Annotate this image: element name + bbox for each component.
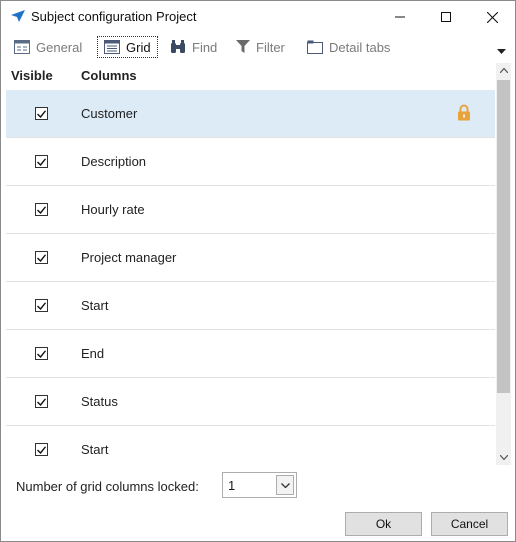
checkmark-icon xyxy=(37,157,46,166)
maximize-button[interactable] xyxy=(423,1,469,33)
chevron-up-icon xyxy=(499,68,508,73)
visible-checkbox[interactable] xyxy=(35,107,48,120)
ok-button[interactable]: Ok xyxy=(345,512,422,536)
cancel-button[interactable]: Cancel xyxy=(431,512,508,536)
locked-columns-value: 1 xyxy=(228,478,236,493)
visible-checkbox[interactable] xyxy=(35,395,48,408)
dropdown-button[interactable] xyxy=(276,475,294,495)
chevron-down-icon xyxy=(499,455,508,460)
tab-general-label: General xyxy=(36,39,83,55)
tab-grid-label: Grid xyxy=(126,39,151,55)
checkmark-icon xyxy=(37,349,46,358)
scroll-up-button[interactable] xyxy=(496,63,511,78)
tab-filter[interactable]: Filter xyxy=(236,36,285,58)
tab-general[interactable]: General xyxy=(14,36,82,58)
visible-checkbox[interactable] xyxy=(35,347,48,360)
table-row[interactable]: Hourly rate xyxy=(6,186,495,234)
column-name: Start xyxy=(81,298,109,313)
column-name: Description xyxy=(81,154,147,169)
tab-find[interactable]: Find xyxy=(170,36,217,58)
detail-tabs-icon xyxy=(307,40,323,54)
minimize-button[interactable] xyxy=(377,1,423,33)
table-row[interactable]: Description xyxy=(6,138,495,186)
column-name: Hourly rate xyxy=(81,202,145,217)
dialog-window: Subject configuration Project General Gr… xyxy=(0,0,516,542)
filter-icon xyxy=(236,40,250,53)
tab-detail-tabs[interactable]: Detail tabs xyxy=(307,36,390,58)
scroll-down-button[interactable] xyxy=(496,450,511,465)
chevron-down-icon xyxy=(497,49,506,54)
header-columns[interactable]: Columns xyxy=(81,68,137,83)
grid-icon xyxy=(104,40,120,54)
vertical-scrollbar[interactable] xyxy=(496,63,511,465)
table-row[interactable]: Customer xyxy=(6,90,495,138)
window-title: Subject configuration Project xyxy=(31,9,197,24)
app-icon xyxy=(11,10,25,22)
checkmark-icon xyxy=(37,253,46,262)
checkmark-icon xyxy=(37,301,46,310)
visible-checkbox[interactable] xyxy=(35,299,48,312)
tab-filter-label: Filter xyxy=(256,39,285,55)
header-visible[interactable]: Visible xyxy=(11,68,53,83)
scrollbar-thumb[interactable] xyxy=(497,80,510,393)
visible-checkbox[interactable] xyxy=(35,203,48,216)
maximize-icon xyxy=(441,12,451,22)
visible-checkbox[interactable] xyxy=(35,155,48,168)
checkmark-icon xyxy=(37,109,46,118)
binoculars-icon xyxy=(171,40,185,53)
tab-overflow-button[interactable] xyxy=(497,43,506,58)
column-name: Project manager xyxy=(81,250,177,265)
chevron-down-icon xyxy=(280,482,290,488)
checkmark-icon xyxy=(37,205,46,214)
table-row[interactable]: Status xyxy=(6,378,495,426)
table-row[interactable]: Start xyxy=(6,426,495,465)
table-row[interactable]: Start xyxy=(6,282,495,330)
locked-columns-select[interactable]: 1 xyxy=(222,472,297,498)
lock-icon[interactable] xyxy=(457,104,471,124)
tab-find-label: Find xyxy=(192,39,218,55)
tab-bar: General Grid Find Filter Detail tabs xyxy=(1,34,515,60)
title-bar[interactable]: Subject configuration Project xyxy=(1,1,515,33)
locked-columns-label: Number of grid columns locked: xyxy=(16,479,199,494)
close-button[interactable] xyxy=(469,1,515,33)
visible-checkbox[interactable] xyxy=(35,251,48,264)
column-name: End xyxy=(81,346,105,361)
table-row[interactable]: Project manager xyxy=(6,234,495,282)
tab-grid[interactable]: Grid xyxy=(97,36,158,58)
visible-checkbox[interactable] xyxy=(35,443,48,456)
column-name: Customer xyxy=(81,106,138,121)
tab-detail-tabs-label: Detail tabs xyxy=(329,39,391,55)
column-name: Start xyxy=(81,442,109,457)
grid-rows: Customer Description Hourly rate Project… xyxy=(6,90,495,465)
general-icon xyxy=(14,40,30,54)
table-row[interactable]: End xyxy=(6,330,495,378)
close-icon xyxy=(486,11,498,23)
minimize-icon xyxy=(395,16,405,18)
column-name: Status xyxy=(81,394,118,409)
columns-grid: Visible Columns Customer Description Hou… xyxy=(6,63,511,465)
checkmark-icon xyxy=(37,445,46,454)
checkmark-icon xyxy=(37,397,46,406)
grid-header: Visible Columns xyxy=(6,63,495,90)
